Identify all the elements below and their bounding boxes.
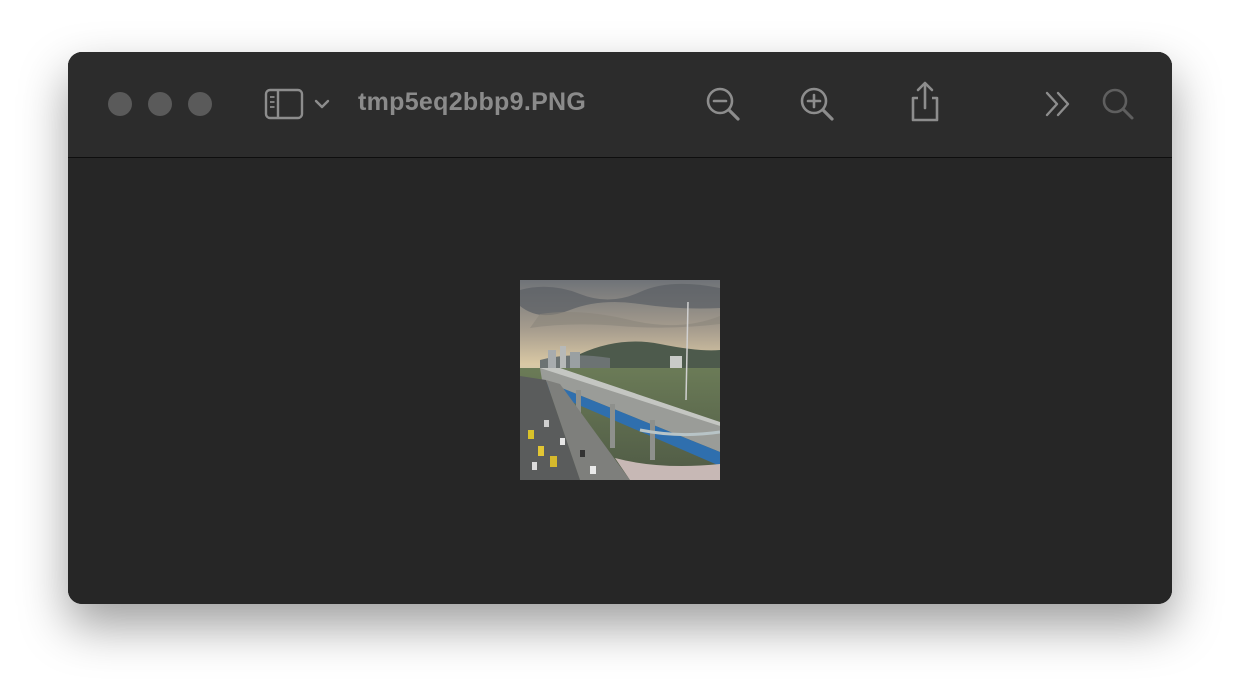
search-icon <box>1102 88 1134 120</box>
more-toolbar-items-button[interactable] <box>1036 82 1080 126</box>
share-icon <box>911 81 939 122</box>
image-preview[interactable] <box>520 280 720 480</box>
sidebar-icon <box>264 88 304 120</box>
minimize-window-button[interactable] <box>148 92 172 116</box>
search-button[interactable] <box>1096 82 1140 126</box>
zoom-out-icon <box>706 87 740 121</box>
zoom-out-button[interactable] <box>701 82 745 126</box>
share-button[interactable] <box>903 80 947 124</box>
image-viewport <box>68 158 1172 604</box>
zoom-in-button[interactable] <box>795 82 839 126</box>
window-title: tmp5eq2bbp9.PNG <box>358 88 587 116</box>
chevron-double-right-icon <box>1045 91 1070 117</box>
chevron-down-icon <box>314 99 330 109</box>
title-bar: tmp5eq2bbp9.PNG <box>68 52 1172 158</box>
sidebar-toggle-button[interactable] <box>264 86 334 122</box>
zoom-in-icon <box>800 87 834 121</box>
preview-window: tmp5eq2bbp9.PNG <box>68 52 1172 604</box>
close-window-button[interactable] <box>108 92 132 116</box>
fullscreen-window-button[interactable] <box>188 92 212 116</box>
